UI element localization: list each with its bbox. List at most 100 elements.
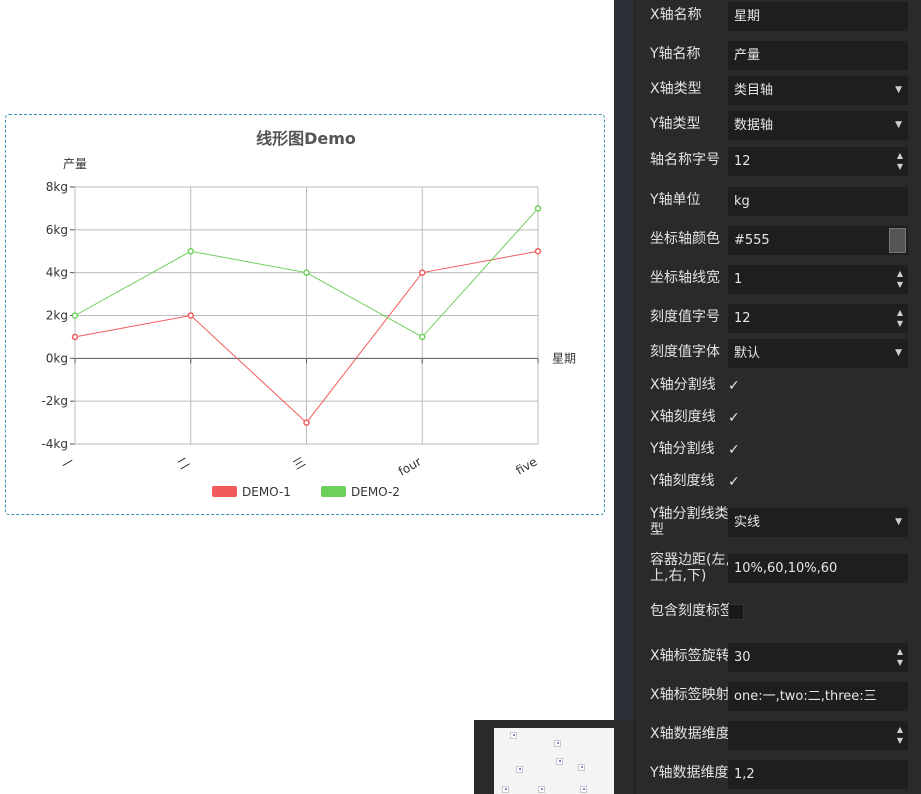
canvas-area[interactable]: 线形图Demo 产量 -4kg -2kg 0kg 2kg 4kg 6kg 8kg 一 二 三 four f…	[0, 0, 614, 794]
text-input[interactable]: 星期	[728, 2, 908, 31]
select-field[interactable]: 数据轴 ▼	[728, 111, 908, 140]
minimap-node	[510, 732, 517, 739]
x-tick-label: five	[513, 454, 539, 477]
field-value: 1	[734, 272, 743, 287]
x-tick-label: 一	[59, 454, 76, 472]
property-label: X轴标签旋转	[650, 648, 730, 664]
minimap-node	[538, 786, 545, 793]
properties-panel: X轴名称 星期 Y轴名称 产量 X轴类型 类目轴 ▼ Y轴类型 数据轴 ▼ 轴名称字号 12 ▲ ▼ Y轴单…	[634, 0, 921, 794]
text-input[interactable]: one:一,two:二,three:三	[728, 682, 908, 711]
x-tick-label: four	[396, 454, 424, 478]
number-input[interactable]: 12 ▲ ▼	[728, 147, 908, 176]
data-point	[303, 419, 310, 426]
field-value: one:一,two:二,three:三	[734, 689, 877, 704]
legend-label: DEMO-1	[242, 485, 291, 499]
line-chart: 线形图Demo 产量 -4kg -2kg 0kg 2kg 4kg 6kg 8kg 一 二 三 four f…	[41, 129, 576, 499]
minimap-node	[502, 786, 509, 793]
y-tick-label: 6kg	[46, 223, 68, 237]
chevron-down-icon: ▼	[895, 120, 902, 130]
data-point	[419, 333, 426, 341]
field-value: 12	[734, 154, 751, 169]
panel-divider-strip	[614, 0, 634, 794]
data-point	[71, 312, 79, 319]
y-axis-name: 产量	[63, 157, 87, 171]
x-tick-label: 二	[175, 454, 192, 472]
x-axis-name: 星期	[552, 351, 576, 365]
data-point	[419, 269, 426, 276]
number-input[interactable]: 30 ▲ ▼	[728, 643, 908, 672]
field-value: 30	[734, 650, 751, 665]
y-tick-label: -2kg	[41, 394, 68, 408]
property-label: 坐标轴颜色	[650, 231, 720, 247]
property-label: 刻度值字体	[650, 344, 720, 360]
text-input[interactable]: kg	[728, 187, 908, 216]
property-label: Y轴名称	[650, 46, 701, 62]
number-input[interactable]: ▲ ▼	[728, 721, 908, 750]
minimap-node	[516, 766, 523, 773]
y-tick-label: -4kg	[41, 437, 68, 451]
property-label: Y轴分割线	[650, 441, 715, 457]
property-label: 轴名称字号	[650, 152, 720, 168]
field-value: 数据轴	[734, 118, 774, 133]
minimap[interactable]	[474, 720, 634, 794]
field-value: kg	[734, 194, 750, 209]
legend-swatch	[321, 486, 346, 497]
stepper-arrows-icon[interactable]: ▲ ▼	[897, 150, 903, 172]
stepper-arrows-icon[interactable]: ▲ ▼	[897, 646, 903, 668]
select-field[interactable]: 类目轴 ▼	[728, 76, 908, 105]
text-input[interactable]: 产量	[728, 41, 908, 70]
stepper-arrows-icon[interactable]: ▲ ▼	[897, 268, 903, 290]
property-label: X轴标签映射	[650, 687, 730, 703]
y-tick-label: 4kg	[46, 266, 68, 280]
data-point	[534, 205, 542, 212]
text-input[interactable]: 1,2	[728, 760, 908, 789]
minimap-node	[578, 764, 585, 771]
property-label: 容器边距(左,上,右,下)	[650, 552, 730, 584]
select-field[interactable]: 默认 ▼	[728, 339, 908, 368]
minimap-node	[554, 740, 561, 747]
field-value: 10%,60,10%,60	[734, 561, 838, 576]
chevron-down-icon: ▼	[895, 348, 902, 358]
legend-swatch	[212, 486, 237, 497]
line-chart-widget[interactable]: 线形图Demo 产量 -4kg -2kg 0kg 2kg 4kg 6kg 8kg 一 二 三 four f…	[5, 114, 605, 515]
property-label: X轴类型	[650, 81, 702, 97]
property-label: Y轴刻度线	[650, 473, 715, 489]
checkbox-checked[interactable]: ✓	[728, 409, 744, 427]
field-value: 星期	[734, 9, 761, 24]
checkbox-unchecked[interactable]	[728, 604, 744, 620]
y-tick-label: 8kg	[46, 180, 68, 194]
data-point	[303, 269, 310, 276]
field-value: 默认	[734, 346, 761, 361]
number-input[interactable]: 1 ▲ ▼	[728, 265, 908, 294]
text-input[interactable]: 10%,60,10%,60	[728, 554, 908, 583]
property-label: X轴分割线	[650, 377, 716, 393]
select-field[interactable]: 实线 ▼	[728, 508, 908, 537]
y-tick-label: 2kg	[46, 309, 68, 323]
property-label: X轴名称	[650, 7, 702, 23]
field-value: 12	[734, 311, 751, 326]
field-value: 1,2	[734, 767, 755, 782]
chevron-down-icon: ▼	[895, 85, 902, 95]
checkbox-checked[interactable]: ✓	[728, 473, 744, 491]
property-label: X轴数据维度	[650, 726, 730, 742]
minimap-viewport[interactable]	[494, 728, 614, 794]
property-label: Y轴类型	[650, 116, 701, 132]
chart-title: 线形图Demo	[256, 129, 356, 148]
color-swatch[interactable]	[889, 228, 906, 253]
y-tick-label: 0kg	[46, 351, 68, 365]
data-point	[187, 248, 194, 255]
checkbox-checked[interactable]: ✓	[728, 441, 744, 459]
color-input[interactable]: #555	[728, 226, 908, 255]
property-label: 刻度值字号	[650, 309, 720, 325]
legend-label: DEMO-2	[351, 485, 400, 499]
checkbox-checked[interactable]: ✓	[728, 377, 744, 395]
stepper-arrows-icon[interactable]: ▲ ▼	[897, 724, 903, 746]
property-label: Y轴单位	[650, 192, 701, 208]
property-label: 包含刻度标签	[650, 603, 734, 619]
data-point	[71, 333, 79, 341]
field-value: 实线	[734, 515, 761, 530]
number-input[interactable]: 12 ▲ ▼	[728, 304, 908, 333]
field-value: 类目轴	[734, 83, 774, 98]
property-label: Y轴分割线类型	[650, 506, 729, 538]
stepper-arrows-icon[interactable]: ▲ ▼	[897, 307, 903, 329]
